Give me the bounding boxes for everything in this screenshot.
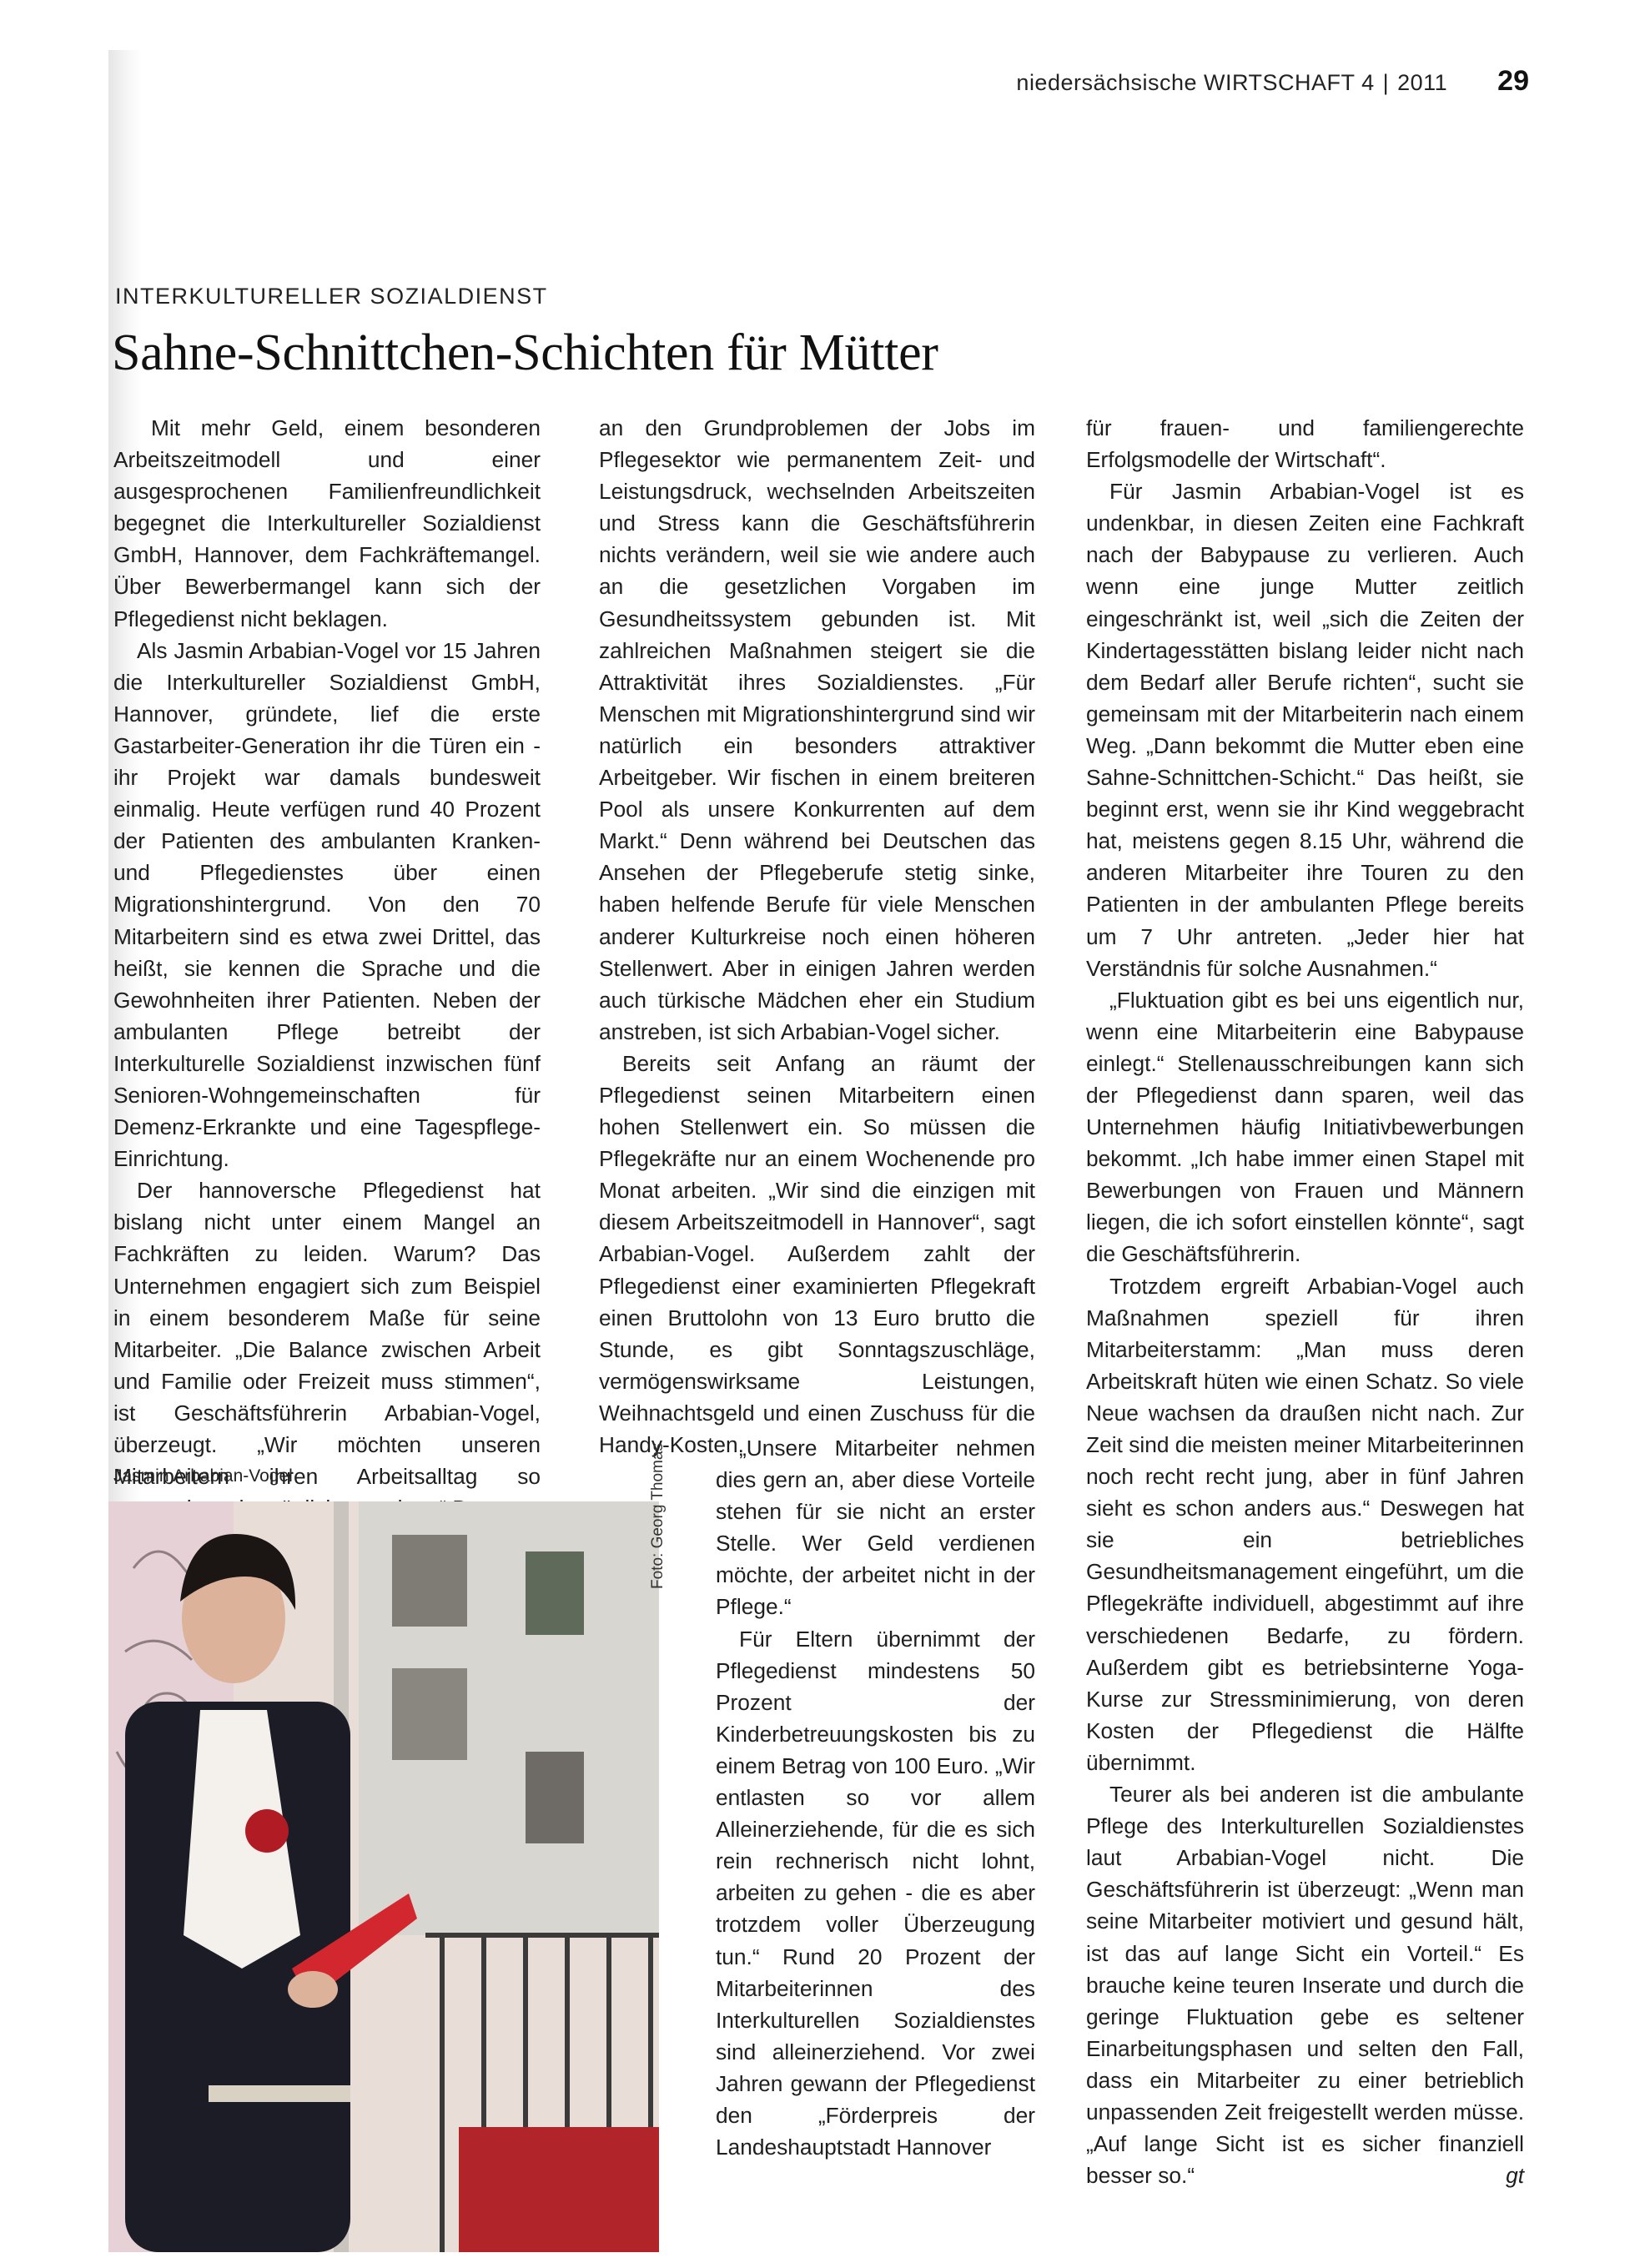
article-headline: Sahne-Schnittchen-Schichten für Mütter: [112, 324, 938, 381]
author-initials: gt: [1506, 2163, 1524, 2189]
paragraph: Für Jasmin Arbabian-Vogel ist es undenkb…: [1086, 479, 1524, 981]
paragraph: Für Eltern übernimmt der Pflegedienst mi…: [716, 1626, 1035, 2160]
issue-year: 2011: [1397, 70, 1448, 95]
paragraph-text: Teurer als bei anderen ist die ambulante…: [1086, 1782, 1524, 2189]
paragraph: Als Jasmin Arbabian-Vogel vor 15 Jahren …: [113, 637, 541, 1172]
paragraph: für frauen- und familiengerechte Erfolgs…: [1086, 415, 1524, 473]
photo-caption: Jasmin Arbabian-Vogel: [113, 1466, 293, 1486]
paragraph: Teurer als bei anderen ist die ambulante…: [1086, 1778, 1524, 2191]
paragraph: Mit mehr Geld, einem besonderen Arbeitsz…: [113, 415, 541, 631]
publication-name: niedersächsische WIRTSCHAFT: [1016, 70, 1356, 95]
photo-credit: Foto: Georg Thomas: [649, 1443, 667, 1589]
article-column-3: für frauen- und familiengerechte Erfolgs…: [1086, 412, 1524, 2191]
paragraph: „Unsere Mitarbeiter nehmen dies gern an,…: [716, 1436, 1035, 1620]
page-header: niedersächsische WIRTSCHAFT 4 | 2011 29: [1016, 65, 1529, 98]
paragraph: Trotzdem ergreift Arbabian-Vogel auch Ma…: [1086, 1273, 1524, 1775]
article-column-2: an den Grundproblemen der Jobs im Pflege…: [599, 412, 1035, 1461]
page-number: 29: [1497, 65, 1529, 97]
issue-number: 4: [1361, 70, 1375, 95]
article-column-1: Mit mehr Geld, einem besonderen Arbeitsz…: [113, 412, 541, 1524]
paragraph: „Fluktuation gibt es bei uns eigentlich …: [1086, 987, 1524, 1267]
section-kicker: INTERKULTURELLER SOZIALDIENST: [115, 284, 548, 309]
paragraph: an den Grundproblemen der Jobs im Pflege…: [599, 415, 1035, 1044]
issue-separator: |: [1382, 70, 1390, 95]
paragraph: Bereits seit Anfang an räumt der Pfleged…: [599, 1050, 1035, 1457]
portrait-illustration: [108, 1501, 659, 2252]
publication-line: niedersächsische WIRTSCHAFT 4 | 2011: [1016, 70, 1447, 96]
article-column-2-lower: „Unsere Mitarbeiter nehmen dies gern an,…: [716, 1432, 1035, 2163]
portrait-photo: [108, 1501, 659, 2252]
